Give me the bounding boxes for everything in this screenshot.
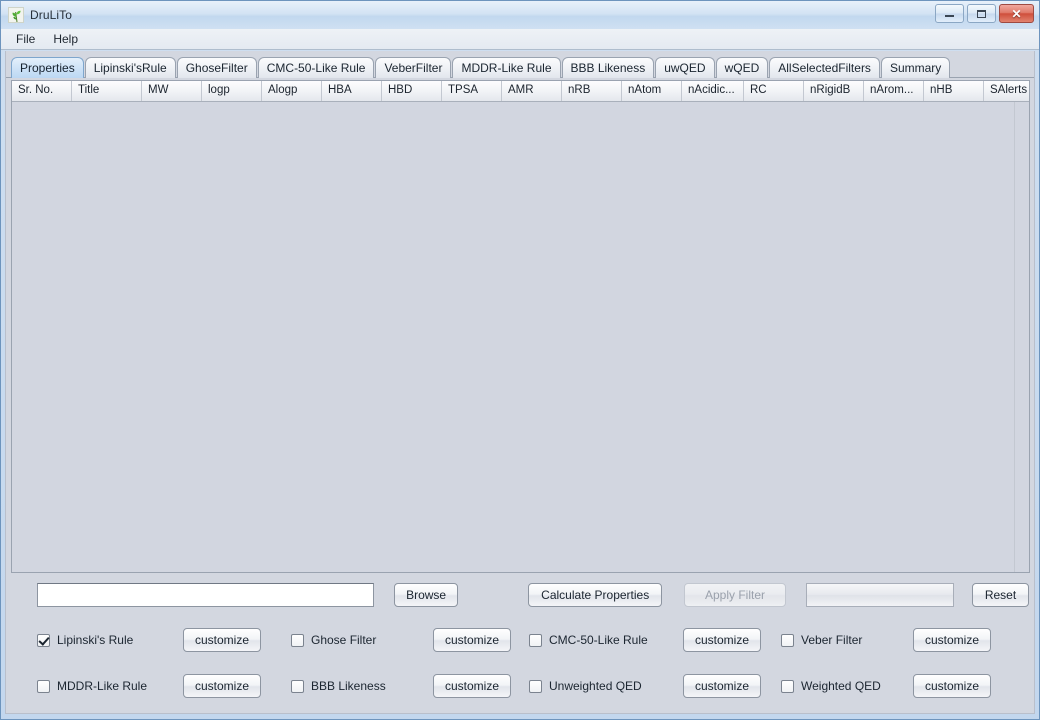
tab-bbb-likeness[interactable]: BBB Likeness xyxy=(561,57,655,78)
table-column-header[interactable]: Title xyxy=(72,81,142,101)
table-column-header[interactable]: SAlerts xyxy=(984,81,1029,101)
tab-mddr-like-rule[interactable]: MDDR-Like Rule xyxy=(452,57,561,78)
filter-checkbox[interactable] xyxy=(781,633,794,647)
reset-button[interactable]: Reset xyxy=(972,583,1029,607)
bottom-panel: Browse Calculate Properties Apply Filter… xyxy=(6,573,1034,713)
menu-bar: File Help xyxy=(1,29,1039,50)
minimize-icon xyxy=(945,15,954,17)
filter-label: Lipinski's Rule xyxy=(57,633,134,647)
filter-toggle[interactable]: Weighted QED xyxy=(781,679,899,693)
plant-leaf-icon xyxy=(8,7,24,23)
filter-toggle[interactable]: Lipinski's Rule xyxy=(37,633,169,647)
application-window: DruLiTo ✕ File Help Properties Lipinski's… xyxy=(0,0,1040,720)
table-column-header[interactable]: nAcidic... xyxy=(682,81,744,101)
table-column-header[interactable]: TPSA xyxy=(442,81,502,101)
filter-label: Ghose Filter xyxy=(311,633,377,647)
customize-button[interactable]: customize xyxy=(913,674,991,698)
table-vertical-scrollbar[interactable] xyxy=(1014,102,1029,572)
table-column-header[interactable]: MW xyxy=(142,81,202,101)
customize-button[interactable]: customize xyxy=(183,674,261,698)
tab-allselectedfilters[interactable]: AllSelectedFilters xyxy=(769,57,880,78)
window-title: DruLiTo xyxy=(30,8,73,22)
filter-toggle[interactable]: MDDR-Like Rule xyxy=(37,679,169,693)
tab-lipinski-srule[interactable]: Lipinski'sRule xyxy=(84,57,176,78)
title-bar: DruLiTo ✕ xyxy=(1,1,1039,29)
table-column-header[interactable]: nArom... xyxy=(864,81,924,101)
filter-checkbox[interactable] xyxy=(291,633,304,647)
file-path-input[interactable] xyxy=(37,583,374,607)
table-column-header[interactable]: logp xyxy=(202,81,262,101)
filter-checkbox[interactable] xyxy=(37,679,50,693)
filter-toggle[interactable]: Unweighted QED xyxy=(529,679,669,693)
filter-toggle[interactable]: Veber Filter xyxy=(781,633,899,647)
maximize-button[interactable] xyxy=(967,4,996,23)
filter-toggle[interactable]: Ghose Filter xyxy=(291,633,419,647)
table-column-header[interactable]: nHB xyxy=(924,81,984,101)
filter-toggle[interactable]: CMC-50-Like Rule xyxy=(529,633,669,647)
filter-checkbox[interactable] xyxy=(291,679,304,693)
menu-item-file[interactable]: File xyxy=(14,31,37,47)
tab-veberfilter[interactable]: VeberFilter xyxy=(375,57,452,78)
minimize-button[interactable] xyxy=(935,4,964,23)
table-column-header[interactable]: Sr. No. xyxy=(12,81,72,101)
filter-checkbox[interactable] xyxy=(529,633,542,647)
tab-ghosefilter[interactable]: GhoseFilter xyxy=(176,57,257,78)
table-column-header[interactable]: RC xyxy=(744,81,804,101)
filter-row-1: Lipinski's Rule customize Ghose Filter cust… xyxy=(11,617,1029,663)
filter-checkbox[interactable] xyxy=(781,679,794,693)
filter-checkbox[interactable] xyxy=(37,633,50,647)
tab-wqed[interactable]: wQED xyxy=(715,57,769,78)
filter-checkbox[interactable] xyxy=(529,679,542,693)
maximize-icon xyxy=(977,9,986,18)
close-button[interactable]: ✕ xyxy=(999,4,1034,23)
customize-button[interactable]: customize xyxy=(433,628,511,652)
client-area: Properties Lipinski'sRule GhoseFilter CMC-5… xyxy=(5,51,1035,714)
customize-button[interactable]: customize xyxy=(913,628,991,652)
filter-label: Veber Filter xyxy=(801,633,863,647)
filter-label: Weighted QED xyxy=(801,679,881,693)
calculate-properties-button[interactable]: Calculate Properties xyxy=(528,583,662,607)
filter-toggle[interactable]: BBB Likeness xyxy=(291,679,419,693)
table-column-header[interactable]: nRigidB xyxy=(804,81,864,101)
filter-label: Unweighted QED xyxy=(549,679,642,693)
table-column-header[interactable]: AMR xyxy=(502,81,562,101)
filter-label: MDDR-Like Rule xyxy=(57,679,148,693)
customize-button[interactable]: customize xyxy=(183,628,261,652)
tab-uwqed[interactable]: uwQED xyxy=(655,57,715,78)
tab-summary[interactable]: Summary xyxy=(880,57,951,78)
menu-item-help[interactable]: Help xyxy=(51,31,80,47)
customize-button[interactable]: customize xyxy=(433,674,511,698)
table-header-row: Sr. No. Title MW logp Alogp HBA HBD TPSA AMR nRB n… xyxy=(12,81,1029,102)
table-body xyxy=(12,102,1029,572)
apply-filter-button[interactable]: Apply Filter xyxy=(683,583,787,607)
file-action-row: Browse Calculate Properties Apply Filter… xyxy=(11,573,1029,617)
browse-button[interactable]: Browse xyxy=(393,583,459,607)
window-controls: ✕ xyxy=(935,4,1034,23)
table-column-header[interactable]: HBD xyxy=(382,81,442,101)
table-column-header[interactable]: nRB xyxy=(562,81,622,101)
properties-table: Sr. No. Title MW logp Alogp HBA HBD TPSA AMR nRB n… xyxy=(11,80,1030,573)
tab-properties[interactable]: Properties xyxy=(11,57,84,78)
customize-button[interactable]: customize xyxy=(683,628,761,652)
filter-label: BBB Likeness xyxy=(311,679,386,693)
customize-button[interactable]: customize xyxy=(683,674,761,698)
table-column-header[interactable]: HBA xyxy=(322,81,382,101)
filter-value-input[interactable] xyxy=(806,583,955,607)
tab-cmc-50-like-rule[interactable]: CMC-50-Like Rule xyxy=(257,57,375,78)
table-column-header[interactable]: Alogp xyxy=(262,81,322,101)
filter-row-2: MDDR-Like Rule customize BBB Likeness custo… xyxy=(11,663,1029,709)
filter-label: CMC-50-Like Rule xyxy=(549,633,648,647)
table-column-header[interactable]: nAtom xyxy=(622,81,682,101)
tab-strip: Properties Lipinski'sRule GhoseFilter CMC-5… xyxy=(6,51,1034,78)
